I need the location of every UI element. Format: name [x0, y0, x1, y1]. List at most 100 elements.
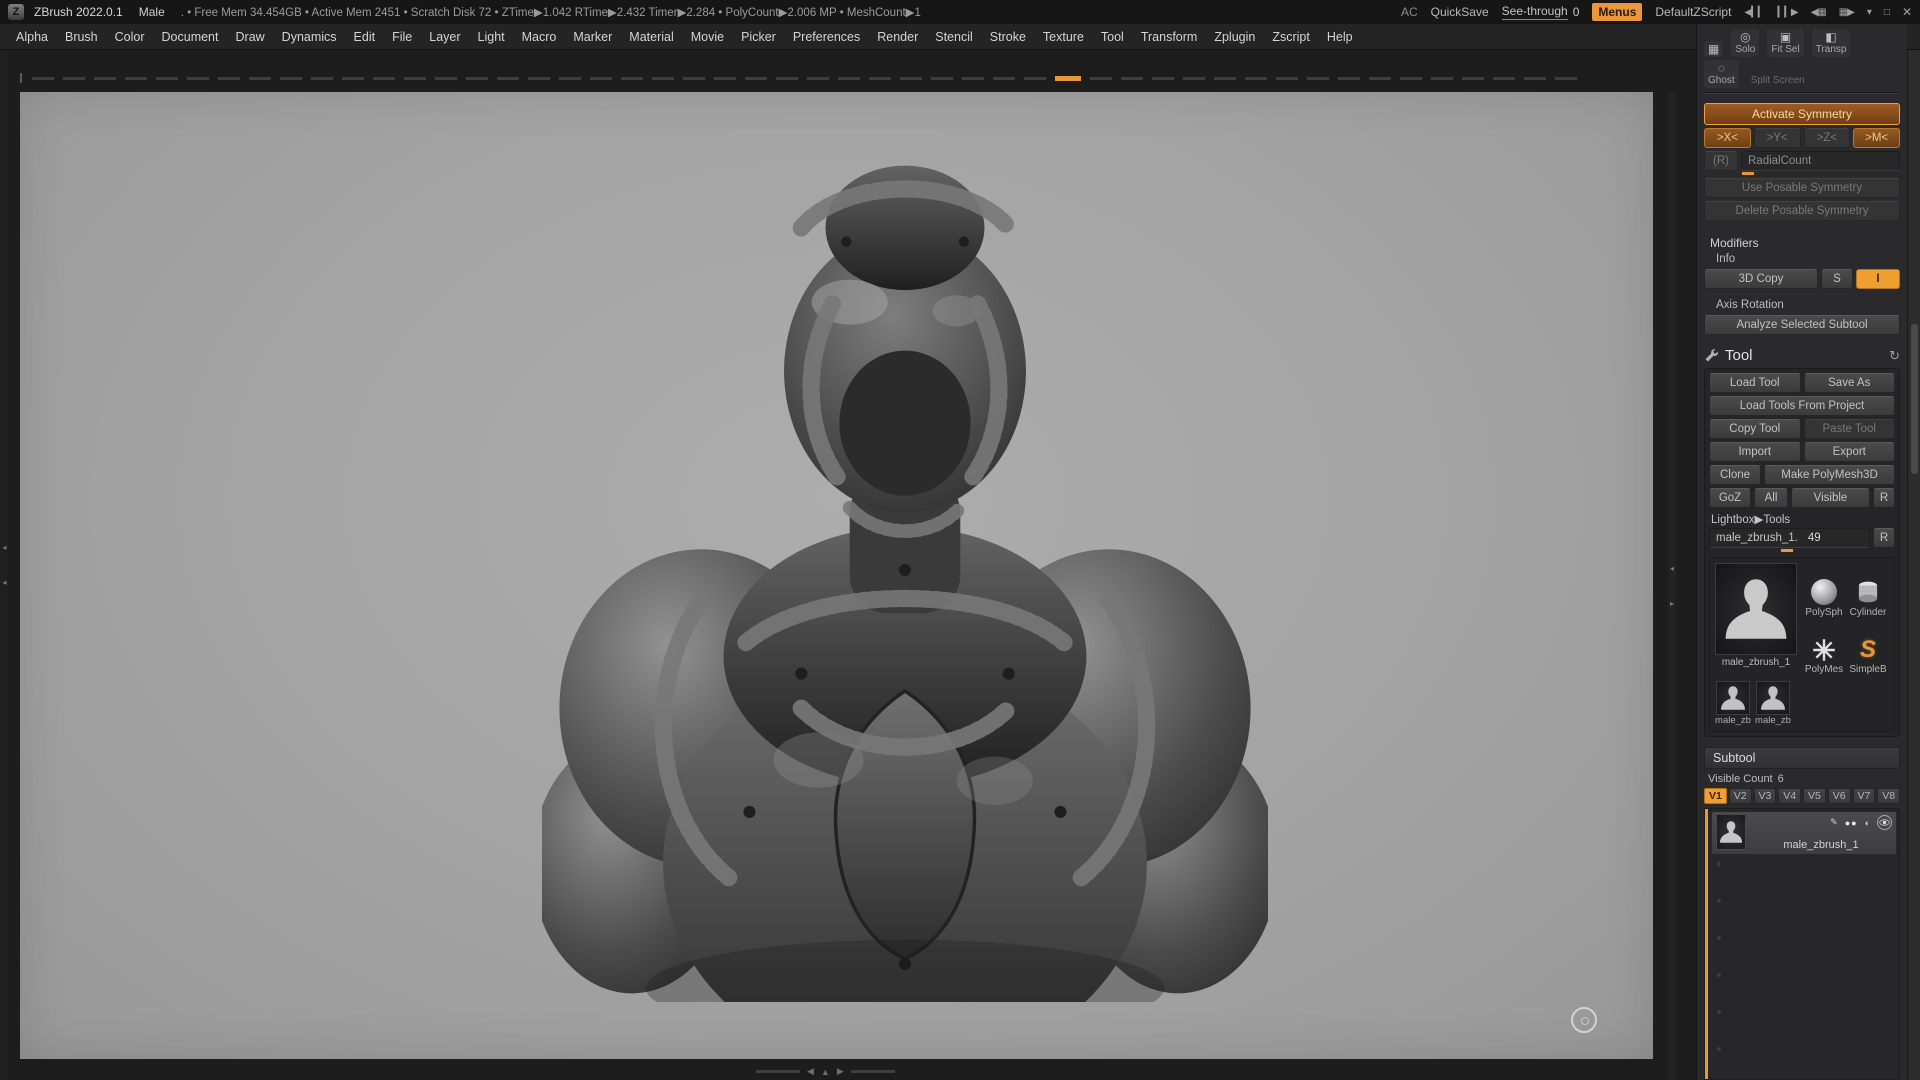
symmetry-radial-button[interactable]: (R)	[1704, 151, 1738, 171]
subtool-row[interactable]: ✎ ●● ◐ male_zbrush_1	[1711, 811, 1897, 855]
active-tool-cell[interactable]: male_zbrush_1	[1715, 563, 1799, 675]
right-scrollbar[interactable]	[1907, 24, 1920, 1080]
simple-brush-tool[interactable]: S SimpleB	[1847, 620, 1889, 675]
ghost-button[interactable]: ◌ Ghost	[1704, 60, 1739, 88]
tool-slider-r-button[interactable]: R	[1873, 528, 1895, 548]
menu-item[interactable]: Tool	[1101, 30, 1124, 44]
menu-item[interactable]: Light	[478, 30, 505, 44]
load-tools-from-project-button[interactable]: Load Tools From Project	[1709, 396, 1895, 416]
close-icon[interactable]: ✕	[1902, 5, 1912, 19]
axis-rotation-header[interactable]: Axis Rotation	[1704, 297, 1900, 312]
visibility-eye-icon[interactable]	[1877, 815, 1892, 830]
menu-item[interactable]: Picker	[741, 30, 776, 44]
see-through-slider[interactable]: See-through 0	[1502, 4, 1580, 20]
paste-tool-button[interactable]: Paste Tool	[1804, 419, 1896, 439]
tab-v7[interactable]: V7	[1853, 788, 1876, 804]
menu-item[interactable]: Stroke	[990, 30, 1026, 44]
ac-toggle[interactable]: AC	[1401, 5, 1418, 19]
shrink-ui-icon[interactable]: ◀▎▎	[1744, 7, 1764, 18]
solo-button[interactable]: ◎ Solo	[1731, 29, 1759, 57]
symmetry-z-button[interactable]: >Z<	[1804, 128, 1851, 148]
info-header[interactable]: Info	[1704, 251, 1900, 266]
clone-button[interactable]: Clone	[1709, 465, 1761, 485]
goz-all-button[interactable]: All	[1754, 488, 1788, 508]
sculpt-brush-icon[interactable]: ✎	[1830, 817, 1838, 828]
load-tool-button[interactable]: Load Tool	[1709, 373, 1801, 393]
gyro-circle-icon[interactable]	[1571, 1007, 1597, 1033]
menu-item[interactable]: Edit	[354, 30, 376, 44]
menu-item[interactable]: Preferences	[793, 30, 860, 44]
left-scrollbar[interactable]: ◂ ◂	[0, 50, 9, 1080]
right-scrollbar-thumb[interactable]	[1911, 324, 1918, 474]
import-button[interactable]: Import	[1709, 442, 1801, 462]
symmetry-m-button[interactable]: >M<	[1853, 128, 1900, 148]
polymesh-star-tool[interactable]: PolyMes	[1803, 620, 1845, 675]
subtool-scrollbar[interactable]	[1705, 809, 1708, 1079]
recent-tool-1[interactable]: male_zb	[1715, 681, 1751, 726]
document-canvas[interactable]	[20, 92, 1653, 1059]
scroll-right-icon[interactable]: ▸	[1670, 599, 1674, 608]
quicksave-button[interactable]: QuickSave	[1431, 5, 1489, 19]
goz-r-button[interactable]: R	[1873, 488, 1895, 508]
transp-button[interactable]: ◧ Transp	[1812, 29, 1851, 57]
expand-ui-icon[interactable]: ▎▎▶	[1778, 7, 1798, 18]
tab-v2[interactable]: V2	[1729, 788, 1752, 804]
goz-button[interactable]: GoZ	[1709, 488, 1751, 508]
make-polymesh3d-button[interactable]: Make PolyMesh3D	[1764, 465, 1895, 485]
menu-item[interactable]: Zplugin	[1214, 30, 1255, 44]
menu-item[interactable]: Zscript	[1272, 30, 1310, 44]
delete-posable-symmetry-button[interactable]: Delete Posable Symmetry	[1704, 201, 1900, 221]
restore-config-icon[interactable]: ↻	[1889, 348, 1900, 364]
active-tool-slider[interactable]: male_zbrush_1. 49	[1709, 528, 1870, 548]
nav-up-icon[interactable]: ▲	[821, 1067, 830, 1077]
scroll-left-icon[interactable]: ◂	[1670, 564, 1674, 573]
subtool-list[interactable]: ✎ ●● ◐ male_zbrush_1	[1704, 808, 1900, 1080]
activate-symmetry-button[interactable]: Activate Symmetry	[1704, 103, 1900, 125]
default-zscript-button[interactable]: DefaultZScript	[1655, 5, 1731, 19]
menu-item[interactable]: Macro	[522, 30, 557, 44]
dock-left-icon[interactable]: ◀▦	[1811, 7, 1826, 18]
use-posable-symmetry-button[interactable]: Use Posable Symmetry	[1704, 178, 1900, 198]
active-tool-thumbnail[interactable]	[1715, 563, 1797, 655]
matcap-grid-icon[interactable]: ▦	[1704, 41, 1723, 57]
modifiers-header[interactable]: Modifiers	[1704, 233, 1900, 251]
lightbox-tools-link[interactable]: Lightbox▶Tools	[1709, 508, 1895, 528]
tab-v3[interactable]: V3	[1754, 788, 1777, 804]
scroll-left-icon[interactable]: ◂	[2, 543, 6, 552]
3d-copy-button[interactable]: 3D Copy	[1704, 269, 1818, 289]
scroll-left-icon[interactable]: ◂	[2, 578, 6, 587]
menu-item[interactable]: Stencil	[935, 30, 973, 44]
tool-palette-header[interactable]: Tool ↻	[1704, 347, 1900, 364]
save-as-button[interactable]: Save As	[1804, 373, 1896, 393]
sculpture-3d-model[interactable]	[542, 138, 1268, 1002]
i-button[interactable]: I	[1856, 269, 1900, 289]
timeline-tick-row[interactable]	[32, 76, 1577, 81]
tab-v8[interactable]: V8	[1877, 788, 1900, 804]
menu-item[interactable]: Render	[877, 30, 918, 44]
tab-v5[interactable]: V5	[1803, 788, 1826, 804]
menu-item[interactable]: Layer	[429, 30, 460, 44]
panel-divider-scrollbar[interactable]: ◂ ▸	[1668, 92, 1676, 1080]
material-icon[interactable]: ◐	[1865, 818, 1870, 828]
subtool-header[interactable]: Subtool	[1704, 747, 1900, 769]
polysphere-tool[interactable]: PolySph	[1803, 563, 1845, 618]
menu-item[interactable]: Transform	[1141, 30, 1198, 44]
menu-item[interactable]: Movie	[691, 30, 724, 44]
radial-count-slider[interactable]: RadialCount	[1741, 151, 1900, 171]
tab-v1[interactable]: V1	[1704, 788, 1727, 804]
fit-sel-button[interactable]: ▣ Fit Sel	[1767, 29, 1803, 57]
dock-right-icon[interactable]: ▦▶	[1839, 7, 1854, 18]
menu-item[interactable]: Document	[162, 30, 219, 44]
cylinder-tool[interactable]: Cylinder	[1847, 563, 1889, 618]
menu-item[interactable]: Alpha	[16, 30, 48, 44]
goz-visible-button[interactable]: Visible	[1791, 488, 1870, 508]
polypaint-dots-icon[interactable]: ●●	[1845, 818, 1858, 828]
symmetry-y-button[interactable]: >Y<	[1754, 128, 1801, 148]
menu-item[interactable]: Marker	[573, 30, 612, 44]
canvas-bottom-nav[interactable]: ◀ ▲ ▶	[756, 1066, 895, 1077]
menu-item[interactable]: Color	[115, 30, 145, 44]
analyze-selected-subtool-button[interactable]: Analyze Selected Subtool	[1704, 315, 1900, 335]
menu-item[interactable]: File	[392, 30, 412, 44]
maximize-icon[interactable]: □	[1884, 7, 1889, 18]
tab-v4[interactable]: V4	[1778, 788, 1801, 804]
